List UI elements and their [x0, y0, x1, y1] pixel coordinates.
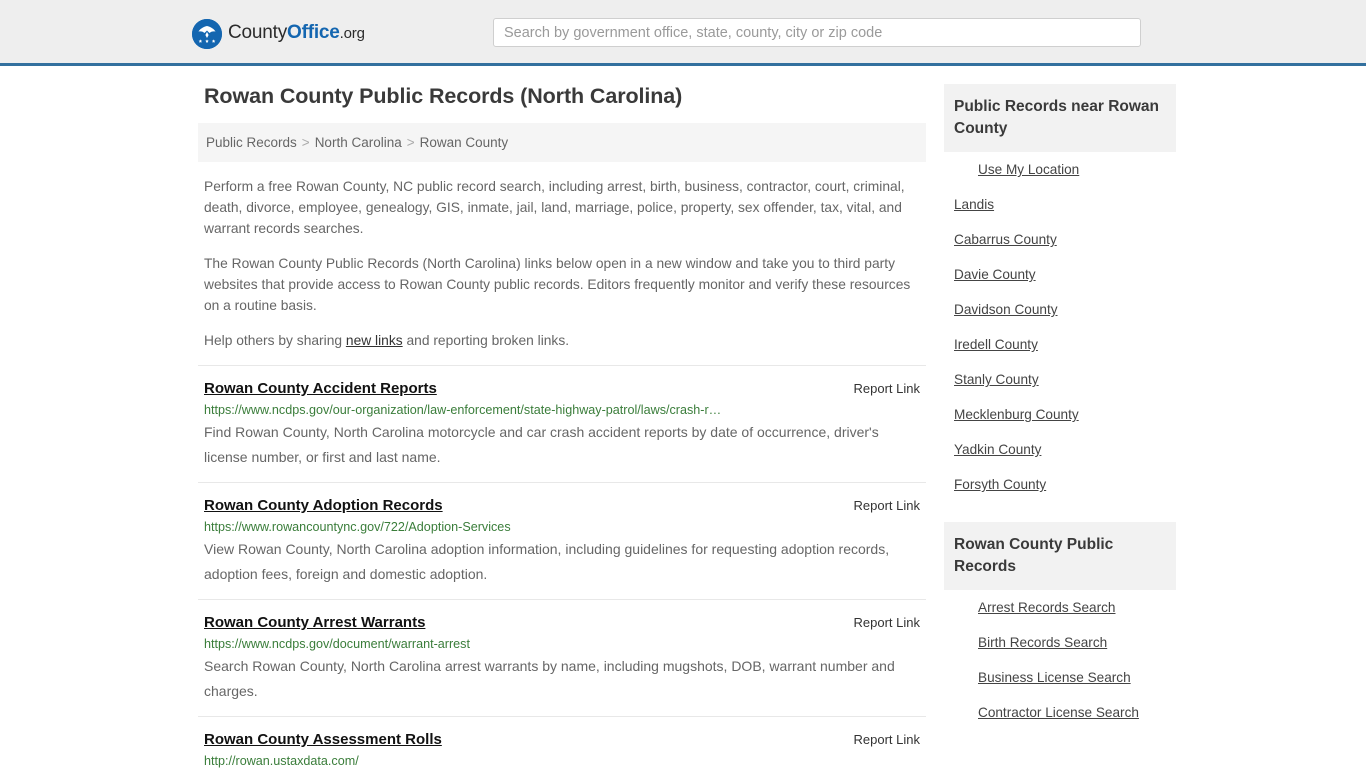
sidebar-link[interactable]: Davidson County [944, 292, 1176, 327]
sidebar-list-item: Forsyth County [944, 467, 1176, 502]
sidebar-list-item: Davie County [944, 257, 1176, 292]
sidebar-list-item: Iredell County [944, 327, 1176, 362]
sidebar-panel-heading: Rowan County Public Records [944, 522, 1176, 590]
intro-paragraph-2: The Rowan County Public Records (North C… [204, 256, 911, 313]
sidebar-link-list: Use My Location Landis Cabarrus County Davi… [944, 152, 1176, 502]
result-item: Rowan County Accident Reports Report Link… [198, 365, 926, 482]
sidebar-link[interactable]: Cabarrus County [944, 222, 1176, 257]
sidebar-list-item: Landis [944, 187, 1176, 222]
breadcrumb: Public Records > North Carolina > Rowan Coun… [198, 123, 926, 162]
intro-text-after-link: and reporting broken links. [402, 333, 570, 348]
sidebar-link[interactable]: Yadkin County [944, 432, 1176, 467]
report-link-button[interactable]: Report Link [854, 732, 920, 747]
logo-wordmark: CountyOffice.org [228, 18, 365, 49]
report-link-button[interactable]: Report Link [854, 498, 920, 513]
result-title-link[interactable]: Rowan County Adoption Records [204, 497, 443, 514]
sidebar-link[interactable]: Davie County [944, 257, 1176, 292]
result-header: Rowan County Assessment Rolls Report Link [204, 731, 920, 748]
sidebar-link[interactable]: Mecklenburg County [944, 397, 1176, 432]
intro-text-before-link: Help others by sharing [204, 333, 346, 348]
logo-text-office: Office [287, 22, 340, 43]
sidebar-link[interactable]: Iredell County [944, 327, 1176, 362]
result-url-link[interactable]: https://www.rowancountync.gov/722/Adopti… [204, 520, 804, 534]
result-title-link[interactable]: Rowan County Accident Reports [204, 380, 437, 397]
result-item: Rowan County Arrest Warrants Report Link h… [198, 599, 926, 716]
sidebar-list-item: Use My Location [944, 152, 1176, 187]
breadcrumb-item-public-records[interactable]: Public Records [206, 135, 297, 150]
result-item: Rowan County Assessment Rolls Report Link… [198, 716, 926, 768]
sidebar-panel: Rowan County Public Records Arrest Record… [944, 522, 1176, 730]
sidebar-list-item: Cabarrus County [944, 222, 1176, 257]
sidebar-list-item: Birth Records Search [944, 625, 1176, 660]
sidebar-panel: Public Records near Rowan County Use My L… [944, 84, 1176, 502]
breadcrumb-item-rowan-county: Rowan County [419, 135, 509, 150]
breadcrumb-separator: > [406, 135, 415, 150]
sidebar-list-item: Contractor License Search [944, 695, 1176, 730]
breadcrumb-separator: > [301, 135, 310, 150]
result-title-link[interactable]: Rowan County Arrest Warrants [204, 614, 425, 631]
sidebar-link[interactable]: Landis [944, 187, 1176, 222]
result-header: Rowan County Arrest Warrants Report Link [204, 614, 920, 631]
main-column: Rowan County Public Records (North Carol… [198, 84, 926, 768]
breadcrumb-item-north-carolina[interactable]: North Carolina [315, 135, 402, 150]
result-description: Search Rowan County, North Carolina arre… [204, 658, 895, 699]
sidebar-list-item: Davidson County [944, 292, 1176, 327]
search-input[interactable] [493, 18, 1141, 47]
sidebar-link[interactable]: Arrest Records Search [944, 590, 1176, 625]
page-title: Rowan County Public Records (North Carol… [204, 84, 683, 108]
intro-paragraph-1: Perform a free Rowan County, NC public r… [204, 179, 905, 236]
new-links-link[interactable]: new links [346, 333, 403, 348]
sidebar-panel-heading: Public Records near Rowan County [944, 84, 1176, 152]
sidebar-link[interactable]: Forsyth County [944, 467, 1176, 502]
result-url-link[interactable]: https://www.ncdps.gov/document/warrant-a… [204, 637, 804, 651]
sidebar-link[interactable]: Birth Records Search [944, 625, 1176, 660]
intro-paragraph-3: Help others by sharing new links and rep… [204, 330, 926, 351]
result-description: Find Rowan County, North Carolina motorc… [204, 424, 879, 465]
result-header: Rowan County Accident Reports Report Link [204, 380, 920, 397]
sidebar-link[interactable]: Contractor License Search [944, 695, 1176, 730]
sidebar-link[interactable]: Business License Search [944, 660, 1176, 695]
report-link-button[interactable]: Report Link [854, 381, 920, 396]
result-url-link[interactable]: https://www.ncdps.gov/our-organization/l… [204, 403, 804, 417]
sidebar-list-item: Stanly County [944, 362, 1176, 397]
result-item: Rowan County Adoption Records Report Link… [198, 482, 926, 599]
sidebar: Public Records near Rowan County Use My L… [944, 84, 1176, 750]
sidebar-list-item: Yadkin County [944, 432, 1176, 467]
sidebar-link[interactable]: Use My Location [944, 152, 1176, 187]
site-header: CountyOffice.org [0, 0, 1366, 66]
result-url-link[interactable]: http://rowan.ustaxdata.com/ [204, 754, 804, 768]
sidebar-list-item: Arrest Records Search [944, 590, 1176, 625]
sidebar-list-item: Business License Search [944, 660, 1176, 695]
result-description: View Rowan County, North Carolina adopti… [204, 541, 890, 582]
result-title-link[interactable]: Rowan County Assessment Rolls [204, 731, 442, 748]
sidebar-panels: Public Records near Rowan County Use My L… [944, 84, 1176, 730]
result-header: Rowan County Adoption Records Report Link [204, 497, 920, 514]
report-link-button[interactable]: Report Link [854, 615, 920, 630]
results-list: Rowan County Accident Reports Report Link… [198, 365, 926, 768]
sidebar-link[interactable]: Stanly County [944, 362, 1176, 397]
logo-text-county: County [228, 22, 288, 43]
sidebar-list-item: Mecklenburg County [944, 397, 1176, 432]
content-container: Rowan County Public Records (North Carol… [198, 84, 1188, 768]
site-logo[interactable]: CountyOffice.org [192, 18, 365, 49]
logo-text-org: .org [339, 25, 365, 42]
eagle-seal-icon [192, 18, 222, 49]
page-body: Rowan County Public Records (North Carol… [0, 66, 1366, 768]
sidebar-link-list: Arrest Records Search Birth Records Searc… [944, 590, 1176, 730]
